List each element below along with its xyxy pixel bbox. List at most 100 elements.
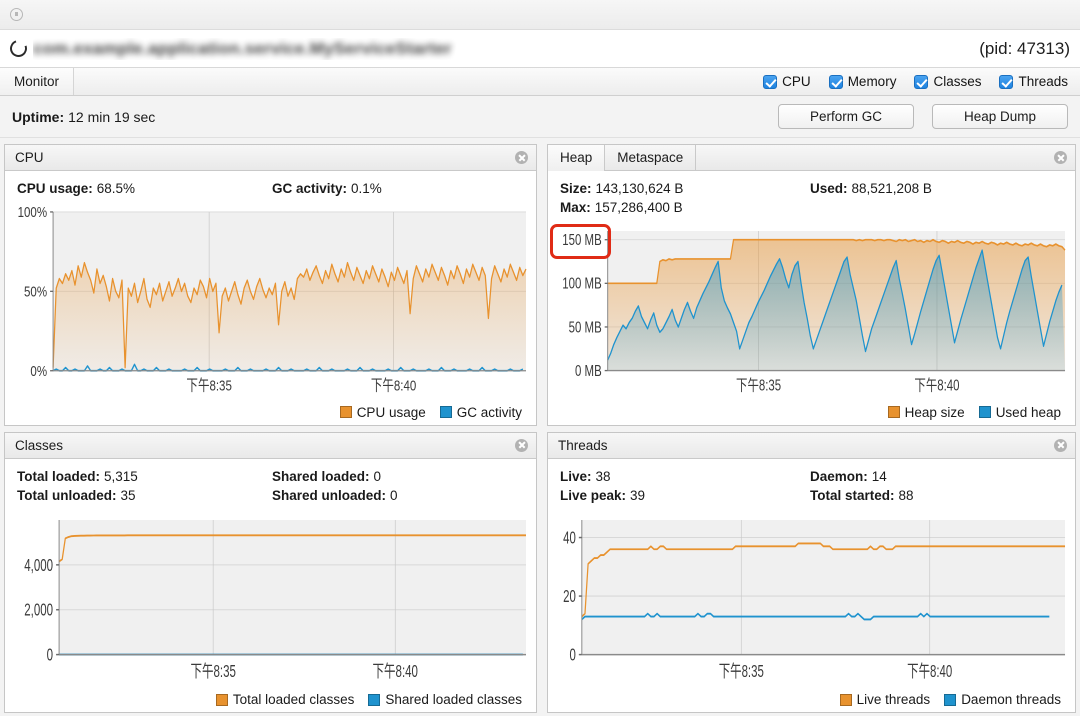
legend-item-daemon-threads: Daemon threads — [944, 692, 1061, 707]
svg-text:下午8:35: 下午8:35 — [736, 377, 781, 394]
heap-max-value: 157,286,400 B — [594, 200, 683, 215]
tab-monitor[interactable]: Monitor — [0, 68, 75, 95]
live-peak-value: 39 — [630, 487, 646, 503]
panel-threads: Threads Live: 38 Daemon: 14 Live peak: 39 — [547, 431, 1076, 713]
svg-text:0%: 0% — [30, 363, 47, 380]
uptime-value: 12 min 19 sec — [68, 108, 156, 125]
panel-heap-stats: Size: 143,130,624 B Used: 88,521,208 B Max… — [548, 171, 1075, 221]
gc-activity-label: GC activity: — [272, 181, 348, 196]
legend-label: Daemon threads — [961, 692, 1061, 707]
svg-text:下午8:40: 下午8:40 — [907, 661, 952, 681]
legend-swatch-icon — [839, 693, 852, 706]
heap-size-value: 143,130,624 B — [595, 181, 684, 196]
legend-item-used-heap: Used heap — [978, 405, 1061, 420]
checkbox-threads[interactable]: Threads — [999, 74, 1068, 89]
legend-item-heap-size: Heap size — [887, 404, 965, 420]
panel-cpu-stats: CPU usage: 68.5% GC activity: 0.1% — [5, 171, 536, 202]
svg-text:下午8:35: 下午8:35 — [190, 661, 235, 681]
classes-chart-legend: Total loaded classes Shared loaded class… — [5, 690, 536, 712]
total-started-value: 88 — [898, 487, 914, 503]
application-pid: (pid: 47313) — [979, 38, 1070, 58]
close-icon[interactable] — [515, 151, 528, 164]
window-toolbar-strip — [0, 0, 1080, 30]
legend-label: Live threads — [856, 692, 931, 707]
stat-row: Size: 143,130,624 B Used: 88,521,208 B — [560, 179, 1075, 198]
legend-label: CPU usage — [356, 404, 426, 420]
threads-chart-legend: Live threads Daemon threads — [548, 690, 1075, 712]
shared-unloaded-value: 0 — [390, 487, 398, 503]
live-label: Live: — [560, 468, 592, 484]
svg-text:50 MB: 50 MB — [569, 319, 602, 336]
panel-threads-stats: Live: 38 Daemon: 14 Live peak: 39 Total sta… — [548, 459, 1075, 509]
stat-row: Total loaded: 5,315 Shared loaded: 0 — [17, 467, 536, 486]
threads-chart[interactable]: 0 20 40 下午8:35 下午8:40 — [548, 509, 1075, 691]
gear-icon[interactable] — [10, 8, 23, 21]
checkbox-cpu-label: CPU — [782, 74, 811, 89]
classes-chart[interactable]: 0 2,000 4,000 下午8:35 下午8:40 — [5, 509, 536, 691]
cpu-usage-label: CPU usage: — [17, 181, 93, 196]
tab-metaspace[interactable]: Metaspace — [605, 144, 697, 171]
heap-tabs: Heap Metaspace — [548, 144, 697, 171]
legend-label: Shared loaded classes — [385, 692, 522, 707]
stat-row: Live peak: 39 Total started: 88 — [560, 486, 1075, 505]
panel-threads-title: Threads — [558, 437, 608, 453]
stat-row: Total unloaded: 35 Shared unloaded: 0 — [17, 486, 536, 505]
svg-text:20: 20 — [563, 587, 576, 606]
heap-chart-legend: Heap size Used heap — [548, 403, 1075, 425]
close-icon[interactable] — [1054, 151, 1067, 164]
svg-text:40: 40 — [563, 529, 576, 548]
legend-swatch-icon — [887, 406, 900, 418]
cpu-chart[interactable]: 0% 50% 100% 下午8:35 下午8:40 — [5, 202, 536, 403]
heap-chart[interactable]: 0 MB 50 MB 100 MB 150 MB 下午8:35 下午8:40 — [548, 221, 1075, 403]
daemon-value: 14 — [871, 468, 887, 484]
classes-chart-svg: 0 2,000 4,000 下午8:35 下午8:40 — [24, 519, 526, 681]
legend-label: GC activity — [456, 404, 522, 420]
svg-text:下午8:40: 下午8:40 — [914, 377, 959, 394]
heap-size-label: Size: — [560, 181, 592, 196]
svg-text:下午8:40: 下午8:40 — [371, 377, 416, 394]
stat-row: Max: 157,286,400 B — [560, 198, 1075, 217]
close-icon[interactable] — [1054, 438, 1067, 452]
legend-item-cpu-usage: CPU usage — [339, 404, 426, 420]
svg-text:100%: 100% — [18, 204, 47, 221]
svg-text:0: 0 — [47, 646, 53, 665]
close-icon[interactable] — [515, 438, 528, 452]
loading-spinner-icon — [7, 37, 30, 60]
panel-heap: Heap Metaspace Size: 143,130,624 B Used: 8… — [547, 144, 1076, 426]
svg-text:下午8:35: 下午8:35 — [719, 661, 764, 681]
perform-gc-button[interactable]: Perform GC — [778, 104, 914, 129]
threads-chart-svg: 0 20 40 下午8:35 下午8:40 — [563, 519, 1066, 681]
svg-text:下午8:40: 下午8:40 — [373, 661, 418, 681]
checkbox-classes[interactable]: Classes — [914, 74, 981, 89]
svg-text:50%: 50% — [24, 283, 47, 300]
shared-loaded-label: Shared loaded: — [272, 468, 370, 484]
legend-item-gc-activity: GC activity — [439, 404, 522, 420]
action-buttons: Perform GC Heap Dump — [778, 104, 1068, 129]
checkbox-threads-label: Threads — [1018, 74, 1068, 89]
checkbox-cpu[interactable]: CPU — [763, 74, 811, 89]
tab-heap[interactable]: Heap — [548, 144, 606, 171]
panel-cpu-title: CPU — [15, 150, 44, 165]
legend-label: Heap size — [904, 404, 965, 420]
live-value: 38 — [595, 468, 611, 484]
svg-text:2,000: 2,000 — [24, 601, 53, 620]
checkbox-memory[interactable]: Memory — [828, 74, 897, 89]
checkbox-memory-label: Memory — [847, 74, 897, 89]
daemon-label: Daemon: — [810, 468, 868, 484]
total-loaded-label: Total loaded: — [17, 468, 100, 484]
legend-item-shared-loaded-classes: Shared loaded classes — [368, 692, 522, 707]
heap-dump-button[interactable]: Heap Dump — [932, 104, 1068, 129]
legend-swatch-icon — [439, 406, 452, 418]
svg-text:4,000: 4,000 — [24, 556, 53, 575]
application-title-redacted: com.example.application.service.MyServic… — [33, 38, 977, 60]
panel-classes-stats: Total loaded: 5,315 Shared loaded: 0 Total… — [5, 459, 536, 509]
checkbox-checked-icon — [999, 74, 1014, 89]
svg-text:0: 0 — [570, 646, 576, 665]
cpu-usage-value: 68.5% — [96, 181, 136, 196]
panel-cpu: CPU CPU usage: 68.5% GC activity: 0.1% 0% 5… — [4, 144, 537, 426]
uptime-bar: Uptime: 12 min 19 sec Perform GC Heap Du… — [0, 96, 1080, 138]
uptime-label: Uptime: — [12, 108, 65, 125]
legend-swatch-icon — [339, 406, 352, 418]
panel-classes: Classes Total loaded: 5,315 Shared loaded… — [4, 431, 537, 713]
charts-grid: CPU CPU usage: 68.5% GC activity: 0.1% 0% 5… — [0, 138, 1080, 716]
